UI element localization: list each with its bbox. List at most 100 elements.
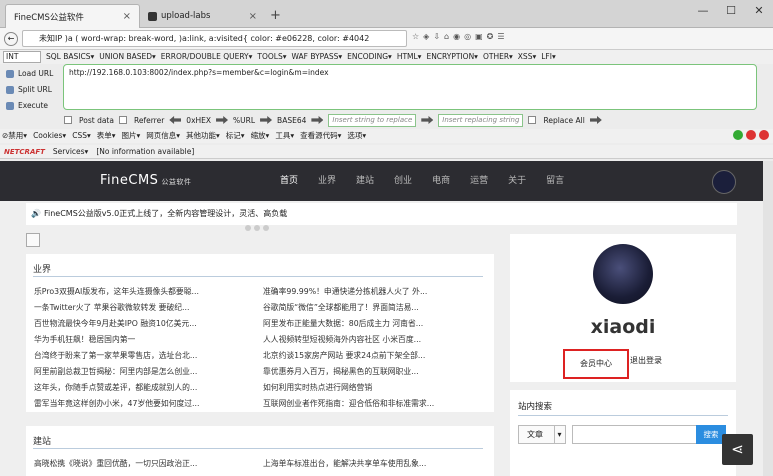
- share-icon[interactable]: ⋖: [722, 434, 753, 465]
- webdev-menu-item[interactable]: 查看源代码▾: [300, 129, 341, 143]
- avatar[interactable]: [593, 244, 653, 304]
- list-item[interactable]: 谷歌简版“微信”全球都能用了！界面简洁易...: [263, 300, 466, 316]
- load-url-button[interactable]: Load URL: [4, 66, 60, 82]
- execute-button[interactable]: Execute: [4, 98, 60, 114]
- webdev-menu-item[interactable]: 工具▾: [275, 129, 294, 143]
- section-title[interactable]: 建站: [33, 434, 51, 447]
- arrow-right-icon[interactable]: [260, 116, 273, 124]
- logout-link[interactable]: 退出登录: [630, 355, 662, 366]
- list-item[interactable]: 上海单车标准出台，能解决共享单车使用乱象...: [263, 456, 466, 472]
- split-url-button[interactable]: Split URL: [4, 82, 60, 98]
- list-item[interactable]: 雷军当年竟这样创办小米，47岁他要如何度过...: [34, 396, 237, 412]
- tab-finecms[interactable]: FineCMS公益软件 ×: [5, 4, 140, 28]
- webdev-menu-item[interactable]: 选项▾: [347, 129, 366, 143]
- webdev-menu-item[interactable]: ⊘禁用▾: [2, 129, 27, 143]
- hackbar-type-select[interactable]: INT: [3, 51, 41, 63]
- webdev-menu-item[interactable]: Cookies▾: [33, 129, 66, 143]
- announcement-text[interactable]: FineCMS公益版v5.0正式上线了，全新内容管理设计，灵活、高负载: [44, 209, 287, 218]
- replace-all-checkbox[interactable]: [528, 116, 537, 124]
- hackbar-menu-item[interactable]: LFI▾: [541, 50, 555, 64]
- close-icon[interactable]: ×: [123, 11, 131, 22]
- hackbar-url-input[interactable]: http://192.168.0.103:8002/index.php?s=me…: [63, 64, 757, 110]
- list-item[interactable]: 高晓松携《晓说》重回优酷，一切只因政治正...: [34, 456, 237, 472]
- hackbar-menu-item[interactable]: HTML▾: [397, 50, 422, 64]
- arrow-left-icon[interactable]: [169, 116, 182, 124]
- close-icon[interactable]: ×: [249, 11, 257, 22]
- maximize-button[interactable]: ☐: [717, 0, 745, 22]
- webdev-menu-item[interactable]: 图片▾: [122, 129, 141, 143]
- hackbar-menu-item[interactable]: XSS▾: [518, 50, 536, 64]
- slider-dot[interactable]: [254, 225, 260, 231]
- section-title[interactable]: 业界: [33, 262, 51, 275]
- hackbar-menu-item[interactable]: SQL BASICS▾: [46, 50, 94, 64]
- avatar[interactable]: [712, 170, 736, 194]
- webdev-menu-item[interactable]: 缩放▾: [251, 129, 270, 143]
- close-window-button[interactable]: ✕: [745, 0, 773, 22]
- list-item[interactable]: 人人视频转型短视频海外内容社区 小米百度...: [263, 332, 466, 348]
- scrollbar[interactable]: [763, 161, 773, 476]
- home-icon[interactable]: ⌂: [444, 32, 449, 41]
- nav-item[interactable]: 关于: [498, 161, 536, 201]
- arrow-right-icon[interactable]: [216, 116, 229, 124]
- addon-icon[interactable]: ▣: [475, 32, 483, 41]
- back-arrow-icon[interactable]: ←: [4, 32, 18, 46]
- bookmark-icon[interactable]: ☆: [412, 32, 419, 41]
- arrow-right-icon[interactable]: [589, 116, 602, 124]
- arrow-right-icon[interactable]: [421, 116, 434, 124]
- hackbar-menu-item[interactable]: ERROR/DOUBLE QUERY▾: [161, 50, 253, 64]
- nav-item[interactable]: 首页: [270, 161, 308, 201]
- webdev-menu-item[interactable]: 网页信息▾: [146, 129, 180, 143]
- list-item[interactable]: 阿里发布正能量大数据：80后成主力 河南省...: [263, 316, 466, 332]
- search-input[interactable]: [572, 425, 697, 444]
- webdev-menu-item[interactable]: 标记▾: [226, 129, 245, 143]
- nav-item[interactable]: 运营: [460, 161, 498, 201]
- hackbar-menu-item[interactable]: TOOLS▾: [257, 50, 286, 64]
- member-center-link[interactable]: 会员中心: [563, 349, 629, 379]
- list-item[interactable]: 乐Pro3双摄AI版发布，这年头连摄像头都要聪...: [34, 284, 237, 300]
- list-item[interactable]: 一条Twitter火了 苹果谷歌微软转发 要破纪...: [34, 300, 237, 316]
- nav-item[interactable]: 留言: [536, 161, 574, 201]
- list-item[interactable]: 如何利用实时热点进行网络营销: [263, 380, 466, 396]
- webdev-menu-item[interactable]: 其他功能▾: [186, 129, 220, 143]
- search-type-select[interactable]: 文章: [518, 425, 566, 444]
- menu-icon[interactable]: ☰: [497, 32, 504, 41]
- hackbar-menu-item[interactable]: OTHER▾: [483, 50, 513, 64]
- nav-item[interactable]: 业界: [308, 161, 346, 201]
- addon-icon[interactable]: ◎: [464, 32, 471, 41]
- list-item[interactable]: 百世物流最快今年9月赴美IPO 融资10亿美元...: [34, 316, 237, 332]
- hackbar-menu-item[interactable]: ENCRYPTION▾: [426, 50, 478, 64]
- slider-dot[interactable]: [263, 225, 269, 231]
- referrer-checkbox[interactable]: [118, 116, 127, 124]
- post-data-checkbox[interactable]: [64, 116, 72, 124]
- download-icon[interactable]: ⇩: [433, 32, 440, 41]
- site-logo[interactable]: FineCMS 公益软件: [100, 173, 191, 188]
- slider-dot[interactable]: [245, 225, 251, 231]
- list-item[interactable]: 阿里前副总裁卫哲揭秘：阿里内部是怎么创业...: [34, 364, 237, 380]
- nav-item[interactable]: 电商: [422, 161, 460, 201]
- arrow-right-icon[interactable]: [311, 116, 324, 124]
- list-item[interactable]: 北京约谈15家房产网站 要求24点前下架全部...: [263, 348, 466, 364]
- webdev-menu-item[interactable]: CSS▾: [72, 129, 91, 143]
- hackbar-menu-item[interactable]: UNION BASED▾: [99, 50, 156, 64]
- new-tab-button[interactable]: +: [270, 8, 281, 23]
- list-item[interactable]: 台湾终于盼来了第一家苹果零售店，选址台北...: [34, 348, 237, 364]
- list-item[interactable]: 这年头，你随手点赞或差评，都能成就别人的...: [34, 380, 237, 396]
- list-item[interactable]: 华为手机狂飙！稳居国内第一: [34, 332, 237, 348]
- nav-item[interactable]: 创业: [384, 161, 422, 201]
- tab-upload-labs[interactable]: upload-labs ×: [140, 4, 265, 28]
- services-menu[interactable]: Services▾: [53, 145, 88, 158]
- find-string-input[interactable]: Insert string to replace: [328, 113, 417, 127]
- pocket-icon[interactable]: ◈: [423, 32, 429, 41]
- list-item[interactable]: 准确率99.99%！申通快递分拣机器人火了 外...: [263, 284, 466, 300]
- replace-string-input[interactable]: Insert replacing string: [438, 113, 524, 127]
- address-bar[interactable]: 未知IP )a ( word-wrap: break-word, )a:link…: [22, 30, 407, 47]
- addon-icon[interactable]: ✪: [487, 32, 494, 41]
- list-item[interactable]: 靠优惠券月入百万，揭秘黑色的互联网职业...: [263, 364, 466, 380]
- list-item[interactable]: 互联网创业者作死指南：迎合低俗和非标准需求...: [263, 396, 466, 412]
- hackbar-menu-item[interactable]: WAF BYPASS▾: [292, 50, 343, 64]
- minimize-button[interactable]: —: [689, 0, 717, 22]
- webdev-menu-item[interactable]: 表单▾: [97, 129, 116, 143]
- hackbar-menu-item[interactable]: ENCODING▾: [347, 50, 392, 64]
- nav-item[interactable]: 建站: [346, 161, 384, 201]
- addon-icon[interactable]: ◉: [453, 32, 460, 41]
